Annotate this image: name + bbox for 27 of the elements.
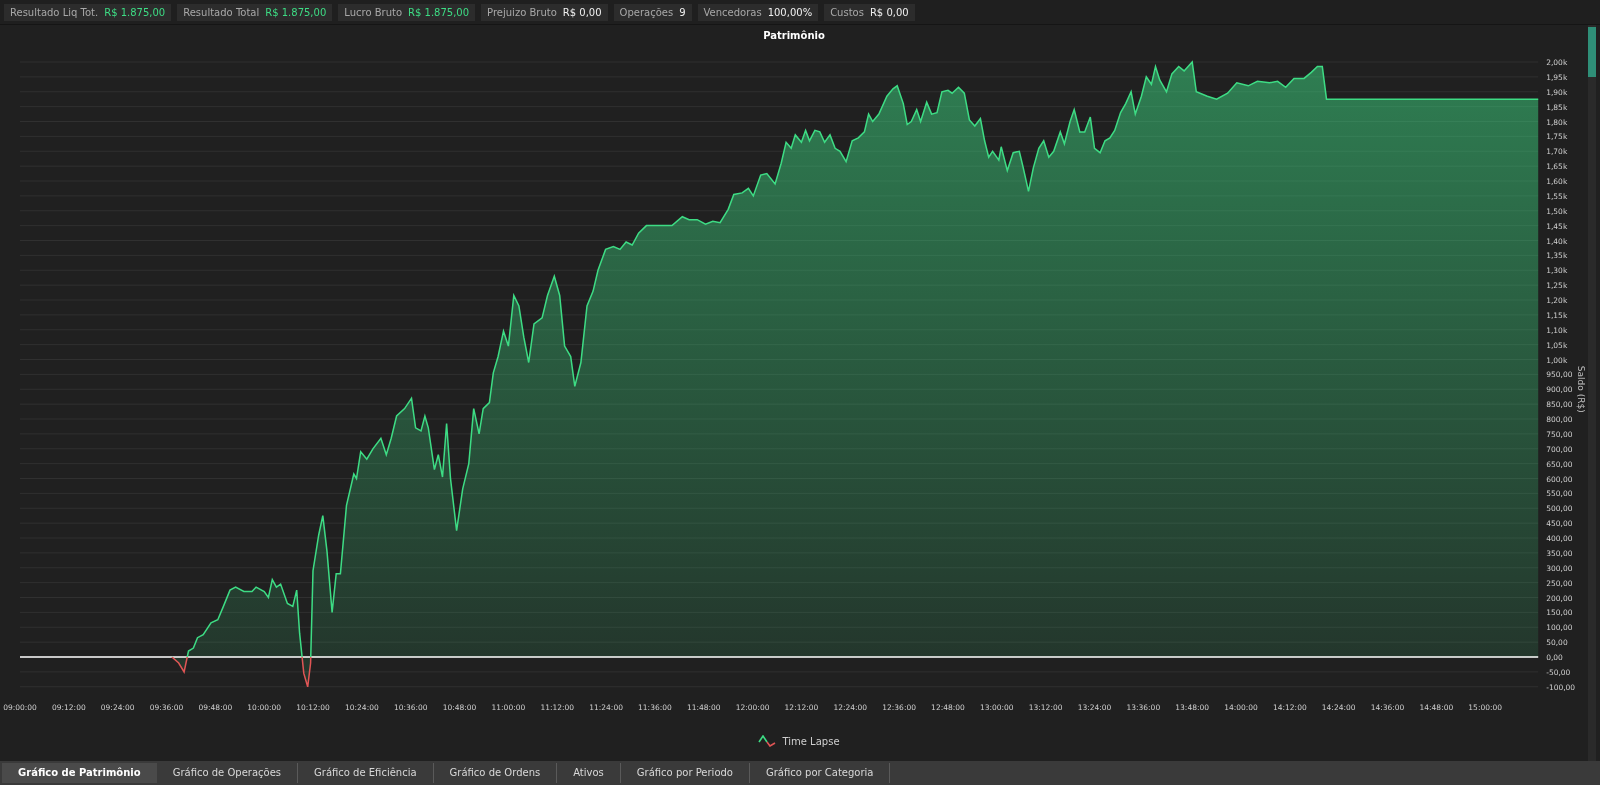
stat-label: Operações bbox=[619, 6, 674, 18]
stat-label: Resultado Liq Tot. bbox=[10, 6, 99, 18]
y-axis-title: Saldo (R$) bbox=[1576, 365, 1586, 413]
stat-label: Prejuizo Bruto bbox=[487, 6, 557, 18]
chart-tab[interactable]: Ativos bbox=[557, 763, 621, 783]
stat-label: Custos bbox=[830, 6, 864, 18]
chart-tab[interactable]: Gráfico de Eficiência bbox=[298, 763, 434, 783]
scrollbar-thumb[interactable] bbox=[1588, 27, 1596, 77]
legend-label[interactable]: Time Lapse bbox=[782, 735, 840, 747]
stat-label: Lucro Bruto bbox=[344, 6, 403, 18]
chart-tab[interactable]: Gráfico de Patrimônio bbox=[2, 763, 157, 783]
chart-tab[interactable]: Gráfico de Operações bbox=[156, 763, 298, 783]
chart-title: Patrimônio bbox=[762, 29, 826, 43]
stat-value: R$ 1.875,00 bbox=[265, 6, 327, 18]
stat-value: R$ 1.875,00 bbox=[104, 6, 166, 18]
stat-value: 100,00% bbox=[767, 6, 813, 18]
scrollbar[interactable] bbox=[1588, 25, 1596, 761]
chart-tab[interactable]: Gráfico por Categoria bbox=[749, 763, 891, 783]
chart-tab[interactable]: Gráfico de Ordens bbox=[433, 763, 558, 783]
stat-label: Resultado Total bbox=[183, 6, 260, 18]
chart-tab[interactable]: Gráfico por Periodo bbox=[620, 763, 750, 783]
stat-value: 9 bbox=[679, 6, 686, 18]
stat-value: R$ 0,00 bbox=[562, 6, 602, 18]
stat-value: R$ 0,00 bbox=[869, 6, 909, 18]
legend-line-icon bbox=[758, 735, 777, 747]
stat-label: Vencedoras bbox=[703, 6, 762, 18]
stat-value: R$ 1.875,00 bbox=[408, 6, 470, 18]
